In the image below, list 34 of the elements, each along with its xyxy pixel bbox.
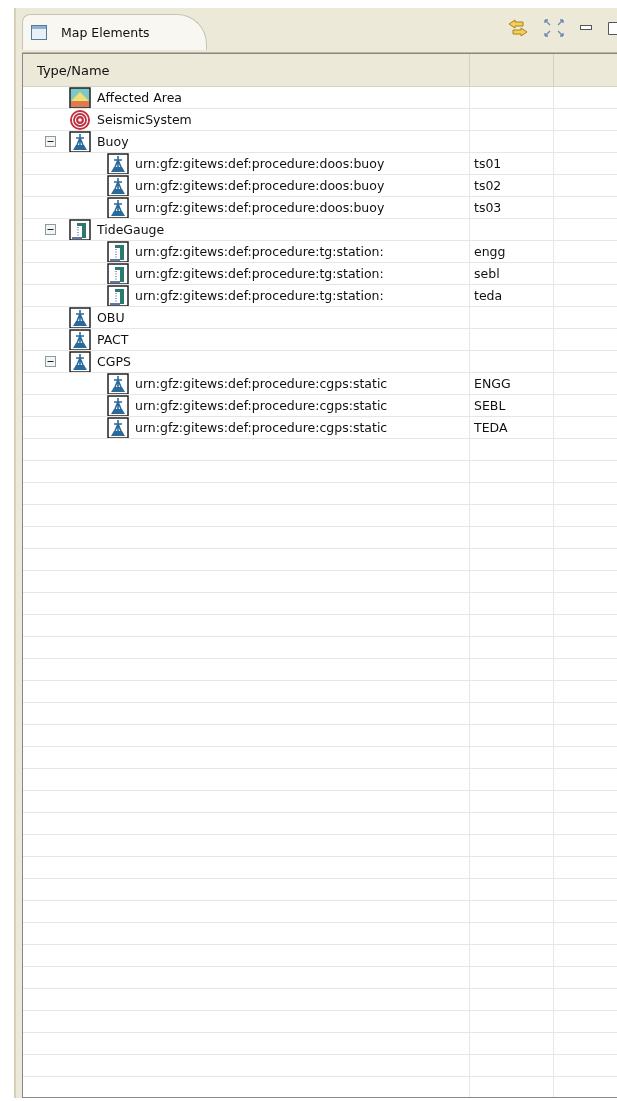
tree-item[interactable]: urn:gfz:gitews:def:procedure:doos:buoy bbox=[135, 200, 385, 215]
tree-item[interactable]: SeismicSystem bbox=[97, 112, 192, 127]
tree-item[interactable]: urn:gfz:gitews:def:procedure:doos:buoy bbox=[135, 178, 385, 193]
maximize-icon[interactable] bbox=[607, 20, 617, 36]
tab-title: Map Elements bbox=[61, 25, 150, 40]
collapse-icon[interactable] bbox=[45, 356, 56, 367]
expand-arrows-icon[interactable] bbox=[543, 18, 565, 38]
table-cell: SEBL bbox=[474, 398, 506, 413]
tree-item[interactable]: TideGauge bbox=[97, 222, 165, 237]
tree-item[interactable]: CGPS bbox=[97, 354, 131, 369]
tree-item[interactable]: urn:gfz:gitews:def:procedure:tg:station: bbox=[135, 288, 384, 303]
table-cell: engg bbox=[474, 244, 506, 259]
tree-item[interactable]: urn:gfz:gitews:def:procedure:doos:buoy bbox=[135, 156, 385, 171]
window-icon bbox=[31, 25, 47, 40]
table-cell: ENGG bbox=[474, 376, 511, 391]
table-cell: teda bbox=[474, 288, 503, 303]
table-cell: ts03 bbox=[474, 200, 502, 215]
table-cell: ts01 bbox=[474, 156, 502, 171]
tree-item[interactable]: urn:gfz:gitews:def:procedure:cgps:static bbox=[135, 420, 388, 435]
table-cell: sebl bbox=[474, 266, 500, 281]
minimize-icon[interactable] bbox=[579, 23, 593, 33]
tree-item[interactable]: OBU bbox=[97, 310, 125, 325]
tree-item[interactable]: urn:gfz:gitews:def:procedure:cgps:static bbox=[135, 376, 388, 391]
collapse-icon[interactable] bbox=[45, 224, 56, 235]
tree-item[interactable]: urn:gfz:gitews:def:procedure:tg:station: bbox=[135, 266, 384, 281]
table-cell: TEDA bbox=[474, 420, 508, 435]
view-tab[interactable]: Map Elements bbox=[22, 14, 207, 50]
tree-item[interactable]: urn:gfz:gitews:def:procedure:cgps:static bbox=[135, 398, 388, 413]
collapse-icon[interactable] bbox=[45, 136, 56, 147]
tree-item[interactable]: PACT bbox=[97, 332, 129, 347]
tree-item[interactable]: urn:gfz:gitews:def:procedure:tg:station: bbox=[135, 244, 384, 259]
table-cell: ts02 bbox=[474, 178, 502, 193]
tree-item[interactable]: Buoy bbox=[97, 134, 129, 149]
tree-item[interactable]: Affected Area bbox=[97, 90, 182, 105]
